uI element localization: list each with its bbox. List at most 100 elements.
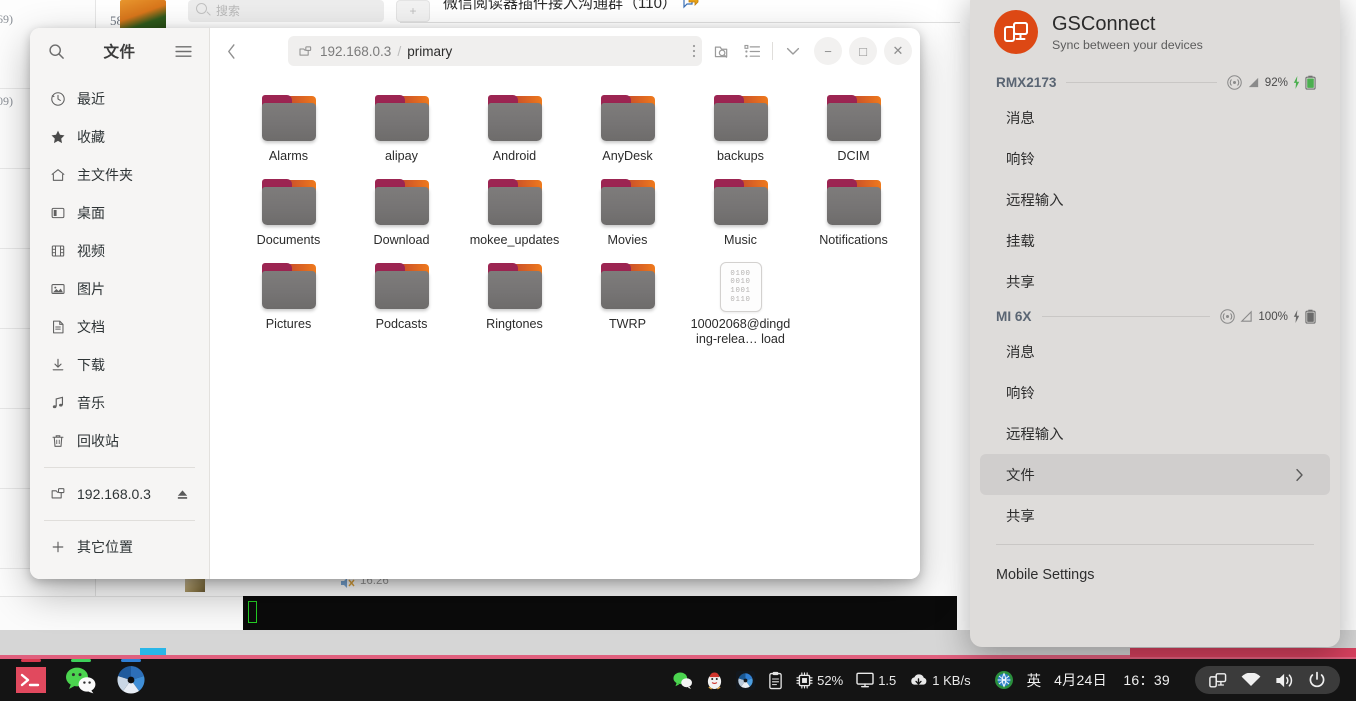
tray-monitor-item[interactable]: 1.5 [856,672,896,688]
file-item[interactable]: Podcasts [345,256,458,347]
background-search-field[interactable]: 搜索 [188,0,384,22]
file-item-label: Podcasts [375,317,428,331]
chevron-down-icon[interactable] [779,37,807,65]
vertical-dots-icon[interactable] [692,43,696,59]
file-item[interactable]: Ringtones [458,256,571,347]
file-item[interactable]: mokee_updates [458,172,571,248]
file-item[interactable]: backups [684,88,797,164]
network-globe-icon[interactable] [994,670,1014,690]
tray-clipboard-icon[interactable] [768,671,783,690]
folder-icon [486,178,544,228]
gsconnect-icon [994,10,1038,54]
sidebar-item-network-mount[interactable]: 192.168.0.3 [36,475,203,513]
tray-qq-icon[interactable] [706,671,723,690]
volume-icon[interactable] [1275,672,1294,689]
sidebar-divider [44,467,195,468]
background-add-button[interactable]: + [396,0,430,22]
maximize-button[interactable]: □ [849,37,877,65]
file-item[interactable]: Documents [232,172,345,248]
sidebar-item-pictures[interactable]: 图片 [36,270,203,308]
device-menu-item-ring[interactable]: 响铃 [980,138,1330,179]
tray-network-speed-item[interactable]: 1 KB/s [909,673,971,688]
sidebar-list: 最近 收藏 主文件夹 桌面 视频 图片 文档 下载 音乐 回收站 192.168… [30,74,209,566]
clock[interactable]: 4月24日 16：39 [1054,670,1170,690]
wifi-icon[interactable] [1241,672,1261,688]
sidebar-item-downloads[interactable]: 下载 [36,346,203,384]
power-icon[interactable] [1308,671,1326,689]
input-method-indicator[interactable]: 英 [1027,670,1042,691]
gsconnect-header: GSConnect Sync between your devices [970,10,1340,68]
sidebar-item-videos[interactable]: 视频 [36,232,203,270]
device-menu-label: 挂载 [1006,234,1035,250]
device-header-row[interactable]: RMX2173 92% [970,68,1340,97]
file-item[interactable]: Alarms [232,88,345,164]
sidebar: 文件 最近 收藏 主文件夹 桌面 视频 图片 文档 下载 音乐 回收站 192.… [30,28,210,579]
sidebar-item-other-locations[interactable]: 其它位置 [36,528,203,566]
sidebar-item-music[interactable]: 音乐 [36,384,203,422]
hamburger-icon[interactable] [169,37,197,65]
file-item[interactable]: DCIM [797,88,910,164]
search-icon[interactable] [42,37,70,65]
file-item[interactable]: 0100 0010 1001 0110 10002068@dingding-relea… [684,256,797,347]
forward-button[interactable] [252,36,282,66]
file-item[interactable]: alipay [345,88,458,164]
sidebar-item-documents[interactable]: 文档 [36,308,203,346]
device-header-row[interactable]: MI 6X 100% [970,302,1340,331]
file-grid-area: Alarms alipay Android AnyDesk backups DC… [210,74,920,579]
device-divider [1041,316,1211,317]
sidebar-item-label: 图片 [77,281,105,297]
device-menu-item-messages[interactable]: 消息 [980,97,1330,138]
device-menu-item-share[interactable]: 共享 [980,495,1330,536]
file-item[interactable]: Notifications [797,172,910,248]
group-badge-icon [683,0,699,9]
tray-deepin-icon[interactable] [736,670,756,690]
background-bottom-strip [0,596,243,630]
file-item[interactable]: AnyDesk [571,88,684,164]
file-item[interactable]: Pictures [232,256,345,347]
tray-cpu-item[interactable]: 52% [796,671,843,689]
terminal-cursor [248,601,257,623]
device-menu-item-share[interactable]: 共享 [980,261,1330,302]
file-item[interactable]: TWRP [571,256,684,347]
file-item[interactable]: Android [458,88,571,164]
background-terminal[interactable] [243,596,957,630]
device-menu-item-messages[interactable]: 消息 [980,331,1330,372]
minimize-button[interactable]: − [814,37,842,65]
list-view-icon[interactable] [738,37,766,65]
folder-search-icon[interactable] [708,37,736,65]
device-menu-item-ring[interactable]: 响铃 [980,372,1330,413]
close-button[interactable]: ✕ [884,37,912,65]
sidebar-item-trash[interactable]: 回收站 [36,422,203,460]
battery-icon [1305,75,1316,90]
background-search-placeholder: 搜索 [216,4,241,18]
file-item[interactable]: Music [684,172,797,248]
device-menu-label: 文件 [1006,468,1035,484]
file-item-label: TWRP [608,317,647,331]
sidebar-item-home[interactable]: 主文件夹 [36,156,203,194]
path-bar[interactable]: 192.168.0.3 / primary [288,36,702,66]
back-button[interactable] [216,36,246,66]
device-menu-item-mount[interactable]: 挂载 [980,220,1330,261]
device-menu-item-remote-input[interactable]: 远程输入 [980,179,1330,220]
taskbar-app-wechat[interactable] [56,659,106,701]
sidebar-item-recent[interactable]: 最近 [36,80,203,118]
file-item[interactable]: Movies [571,172,684,248]
device-menu-label: 消息 [1006,345,1035,361]
taskbar-app-terminal[interactable] [6,659,56,701]
sidebar-item-starred[interactable]: 收藏 [36,118,203,156]
file-item[interactable]: Download [345,172,458,248]
taskbar-app-deepin[interactable] [106,659,156,701]
taskbar-apps [0,659,156,701]
device-menu-item-files[interactable]: 文件 [980,454,1330,495]
sidebar-item-label: 其它位置 [77,539,133,555]
eject-icon[interactable] [176,488,189,501]
gsconnect-tray-icon[interactable] [1209,672,1227,689]
file-manager-main: 192.168.0.3 / primary − □ ✕ Alarms alipa… [210,28,920,579]
path-crumb-root[interactable]: 192.168.0.3 [298,44,391,59]
sidebar-item-desktop[interactable]: 桌面 [36,194,203,232]
file-item-label: Download [373,233,430,247]
mobile-settings-button[interactable]: Mobile Settings [970,553,1340,597]
tray-wechat-icon[interactable] [673,671,693,689]
device-menu-item-remote-input[interactable]: 远程输入 [980,413,1330,454]
cpu-icon [796,671,813,689]
